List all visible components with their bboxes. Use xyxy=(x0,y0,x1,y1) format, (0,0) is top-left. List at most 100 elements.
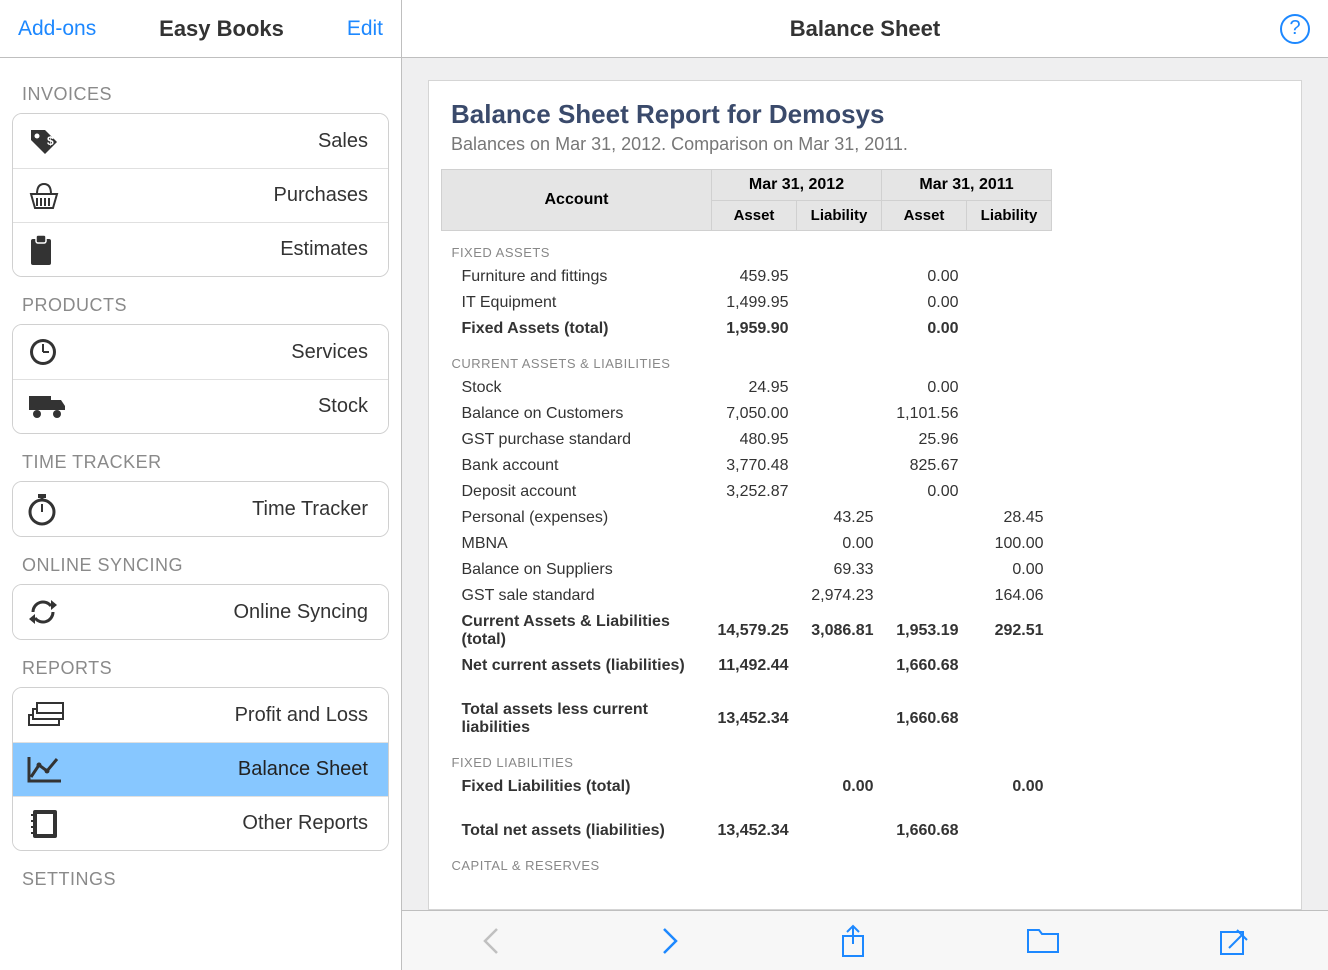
sidebar-item-purchases[interactable]: Purchases xyxy=(13,168,388,222)
value-cell: 0.00 xyxy=(967,774,1052,800)
money-stack-icon xyxy=(27,701,73,729)
svg-text:$: $ xyxy=(47,134,54,148)
value-cell: 1,660.68 xyxy=(882,818,967,844)
value-cell: 480.95 xyxy=(712,427,797,453)
value-cell xyxy=(967,290,1052,316)
value-cell: 1,953.19 xyxy=(882,609,967,653)
share-button[interactable] xyxy=(839,924,867,958)
value-cell xyxy=(797,818,882,844)
tag-icon: $ xyxy=(27,126,73,156)
sidebar-item-estimates[interactable]: Estimates xyxy=(13,222,388,276)
value-cell: 1,660.68 xyxy=(882,697,967,741)
col-liability-1: Liability xyxy=(797,201,882,231)
value-cell xyxy=(797,264,882,290)
value-cell xyxy=(797,375,882,401)
table-row: FIXED ASSETS xyxy=(442,231,1052,265)
table-row: Balance on Suppliers69.330.00 xyxy=(442,557,1052,583)
section-header: FIXED LIABILITIES xyxy=(442,741,1052,774)
table-row xyxy=(442,800,1052,818)
main-body: Balance Sheet Report for Demosys Balance… xyxy=(402,58,1328,910)
account-name: Current Assets & Liabilities (total) xyxy=(442,609,712,653)
value-cell xyxy=(967,697,1052,741)
table-row: CURRENT ASSETS & LIABILITIES xyxy=(442,342,1052,375)
forward-button[interactable] xyxy=(660,925,680,957)
account-name: MBNA xyxy=(442,531,712,557)
table-row: GST sale standard2,974.23164.06 xyxy=(442,583,1052,609)
value-cell: 0.00 xyxy=(797,774,882,800)
sidebar-item-sales[interactable]: $Sales xyxy=(13,114,388,168)
account-name: Total net assets (liabilities) xyxy=(442,818,712,844)
value-cell xyxy=(882,531,967,557)
section-label: PRODUCTS xyxy=(12,277,389,324)
value-cell xyxy=(967,264,1052,290)
value-cell: 0.00 xyxy=(882,264,967,290)
sidebar-item-label: Balance Sheet xyxy=(73,758,374,781)
value-cell xyxy=(967,427,1052,453)
col-account: Account xyxy=(442,170,712,231)
clock-icon xyxy=(27,336,73,368)
value-cell: 11,492.44 xyxy=(712,653,797,679)
folder-icon xyxy=(1026,928,1060,954)
value-cell: 0.00 xyxy=(882,290,967,316)
value-cell xyxy=(967,453,1052,479)
table-row: IT Equipment1,499.950.00 xyxy=(442,290,1052,316)
sidebar-item-services[interactable]: Services xyxy=(13,325,388,379)
value-cell xyxy=(712,531,797,557)
value-cell xyxy=(967,316,1052,342)
value-cell: 1,959.90 xyxy=(712,316,797,342)
table-row: Deposit account3,252.870.00 xyxy=(442,479,1052,505)
back-button[interactable] xyxy=(481,925,501,957)
sidebar-body: INVOICES$SalesPurchasesEstimatesPRODUCTS… xyxy=(0,58,401,970)
value-cell: 1,101.56 xyxy=(882,401,967,427)
sidebar-item-other[interactable]: Other Reports xyxy=(13,796,388,850)
value-cell: 7,050.00 xyxy=(712,401,797,427)
table-row: GST purchase standard480.9525.96 xyxy=(442,427,1052,453)
value-cell xyxy=(967,479,1052,505)
account-name: Fixed Liabilities (total) xyxy=(442,774,712,800)
value-cell: 69.33 xyxy=(797,557,882,583)
sidebar-item-syncing[interactable]: Online Syncing xyxy=(13,585,388,639)
folder-button[interactable] xyxy=(1026,928,1060,954)
value-cell xyxy=(797,316,882,342)
value-cell xyxy=(797,479,882,505)
account-name: Bank account xyxy=(442,453,712,479)
value-cell: 292.51 xyxy=(967,609,1052,653)
col-asset-2: Asset xyxy=(882,201,967,231)
sidebar-item-label: Other Reports xyxy=(73,812,374,835)
value-cell xyxy=(797,290,882,316)
value-cell: 0.00 xyxy=(882,479,967,505)
table-row: Fixed Assets (total)1,959.900.00 xyxy=(442,316,1052,342)
addons-link[interactable]: Add-ons xyxy=(18,17,96,41)
sidebar-item-label: Estimates xyxy=(73,238,374,261)
section-header: FIXED ASSETS xyxy=(442,231,1052,265)
value-cell: 3,770.48 xyxy=(712,453,797,479)
value-cell: 24.95 xyxy=(712,375,797,401)
main-header: Balance Sheet ? xyxy=(402,0,1328,58)
sidebar-item-pl[interactable]: Profit and Loss xyxy=(13,688,388,742)
bottom-toolbar xyxy=(402,910,1328,970)
value-cell xyxy=(712,557,797,583)
account-name: GST purchase standard xyxy=(442,427,712,453)
account-name: Balance on Customers xyxy=(442,401,712,427)
value-cell: 100.00 xyxy=(967,531,1052,557)
col-asset-1: Asset xyxy=(712,201,797,231)
help-button[interactable]: ? xyxy=(1280,14,1310,44)
clipboard-icon xyxy=(27,233,73,267)
edit-link[interactable]: Edit xyxy=(347,17,383,41)
compose-button[interactable] xyxy=(1219,926,1249,956)
account-name: Total assets less current liabilities xyxy=(442,697,712,741)
sidebar-item-balance[interactable]: Balance Sheet xyxy=(13,742,388,796)
value-cell xyxy=(882,505,967,531)
sidebar-item-stock[interactable]: Stock xyxy=(13,379,388,433)
value-cell: 3,086.81 xyxy=(797,609,882,653)
sidebar-item-label: Profit and Loss xyxy=(73,704,374,727)
main-pane: Balance Sheet ? Balance Sheet Report for… xyxy=(402,0,1328,970)
basket-icon xyxy=(27,182,73,210)
value-cell xyxy=(712,583,797,609)
value-cell xyxy=(967,653,1052,679)
section-label: ONLINE SYNCING xyxy=(12,537,389,584)
truck-icon xyxy=(27,394,73,420)
sidebar-item-timetracker[interactable]: Time Tracker xyxy=(13,482,388,536)
sidebar-item-label: Purchases xyxy=(73,184,374,207)
balance-sheet-table: Account Mar 31, 2012 Mar 31, 2011 Asset … xyxy=(441,169,1052,877)
